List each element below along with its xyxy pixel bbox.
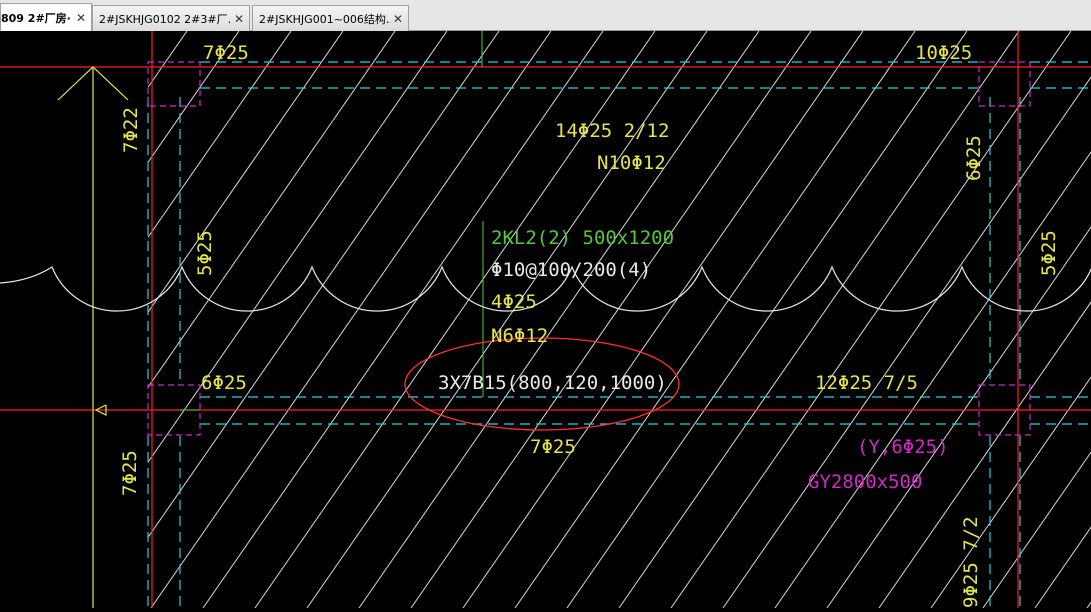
hatch-line — [150, 31, 552, 608]
hatch-line — [148, 31, 344, 314]
beam-side-rebar-label: N6Φ12 — [491, 325, 548, 347]
hatch-line — [0, 31, 83, 608]
right-vertical-bottom-label: 9Φ25 7/2 — [960, 516, 982, 608]
beam-top-rebar-label: 4Φ25 — [491, 291, 537, 313]
left-vertical-mid-label: 5Φ25 — [194, 230, 216, 276]
right-vertical-mid-label: 5Φ25 — [1038, 230, 1060, 276]
hatch-line — [618, 31, 1020, 608]
hatch-line — [566, 31, 968, 608]
magenta-rebar-label: (Y,6Φ25) — [857, 436, 949, 458]
magenta-labels: (Y,6Φ25) GY2800x500 — [808, 436, 949, 493]
hatch-line — [0, 31, 31, 608]
mid-top-waist-label: N10Φ12 — [597, 152, 666, 174]
beam-outlines — [147, 61, 1091, 608]
hatch-line — [1086, 601, 1091, 608]
hatch-line — [410, 31, 812, 608]
hatch-line — [148, 31, 448, 464]
beam-stirrup-label: Φ10@100/200(4) — [491, 259, 651, 281]
mid-top-rebar-label: 14Φ25 2/12 — [555, 120, 669, 142]
left-vertical-top-label: 7Φ22 — [120, 107, 142, 153]
tab-jskhjg0102[interactable]: 2#JSKHJG0102 2#3#厂… ✕ — [92, 5, 250, 31]
bottom-center-rebar-label: 7Φ25 — [530, 436, 576, 458]
hatch-line — [670, 31, 1072, 608]
document-tab-bar: 809 2#厂房· ✕ 2#JSKHJG0102 2#3#厂… ✕ 2#JSKH… — [0, 0, 1091, 31]
tab-jskhjg001-006[interactable]: 2#JSKHJG001~006结构… ✕ — [252, 5, 409, 31]
close-icon[interactable]: ✕ — [391, 12, 405, 26]
tab-809-factory[interactable]: 809 2#厂房· ✕ — [0, 3, 92, 31]
right-bottom-rebar-label: 12Φ25 7/5 — [815, 372, 918, 394]
close-icon[interactable]: ✕ — [74, 11, 88, 25]
left-vertical-bottom-label: 7Φ25 — [119, 450, 141, 496]
hatch-line — [306, 31, 708, 608]
rebar-labels: 7Φ25 10Φ25 14Φ25 2/12 N10Φ12 Φ10@100/200… — [201, 42, 972, 458]
tab-label: 2#JSKHJG0102 2#3#厂… — [99, 12, 232, 26]
top-left-rebar-label: 7Φ25 — [203, 42, 249, 64]
cad-drawing: 7Φ25 10Φ25 14Φ25 2/12 N10Φ12 Φ10@100/200… — [0, 31, 1091, 608]
right-vertical-top-label: 6Φ25 — [963, 135, 985, 181]
beam-name-label: 2KL2(2) 500x1200 — [491, 227, 674, 249]
dimension-arrow — [57, 66, 129, 608]
hatch-line — [148, 31, 396, 389]
magenta-beam-label: GY2800x500 — [808, 471, 922, 493]
vertical-labels: 7Φ22 6Φ25 5Φ25 5Φ25 7Φ25 9Φ25 7/2 — [119, 107, 1060, 608]
cad-drawing-canvas[interactable]: 7Φ25 10Φ25 14Φ25 2/12 N10Φ12 Φ10@100/200… — [0, 31, 1091, 608]
hatch-line — [254, 31, 656, 608]
close-icon[interactable]: ✕ — [232, 12, 246, 26]
hatch-line — [514, 31, 916, 608]
hatch-line — [148, 31, 500, 539]
hatch-line — [462, 31, 864, 608]
circled-label: 3X7B15(800,120,1000) — [438, 372, 667, 394]
hatch-line — [202, 31, 604, 608]
slab-hatch — [0, 31, 1091, 608]
hatch-line — [358, 31, 760, 608]
hatch-line — [0, 31, 135, 608]
top-right-rebar-label: 10Φ25 — [915, 42, 972, 64]
left-bottom-rebar-label: 6Φ25 — [201, 372, 247, 394]
tab-label: 809 2#厂房· — [1, 11, 71, 25]
axis-lines — [0, 31, 1091, 608]
tab-label: 2#JSKHJG001~006结构… — [259, 12, 391, 26]
hatch-line — [878, 301, 1091, 608]
hatch-line — [982, 451, 1091, 608]
